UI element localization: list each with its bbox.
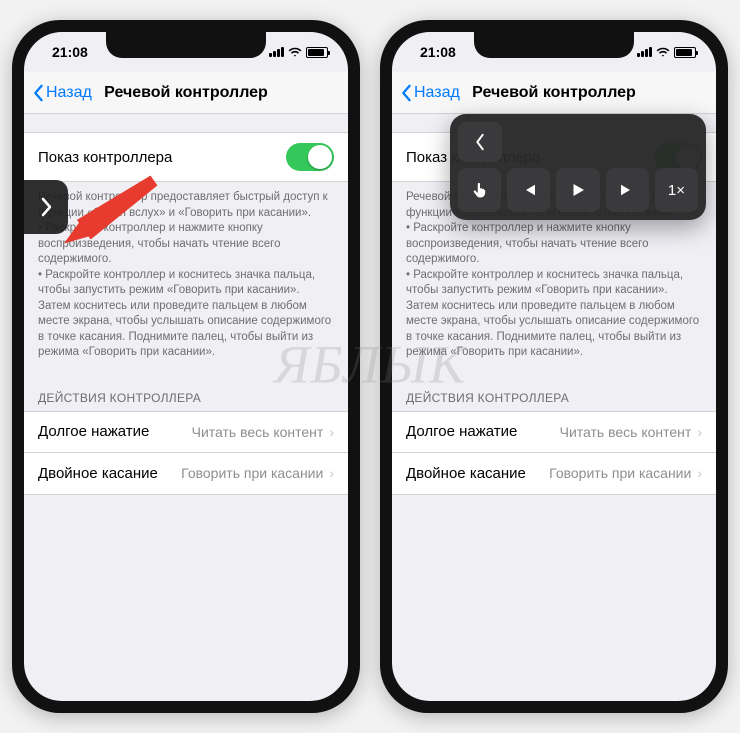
skip-forward-icon <box>618 181 636 199</box>
panel-next-button[interactable] <box>606 168 649 212</box>
phone-left: 21:08 Назад Речевой контроллер Показ кон… <box>12 20 360 713</box>
screen: 21:08 Назад Речевой контроллер Показ кон… <box>392 32 716 701</box>
cellular-icon <box>637 47 652 57</box>
action-row-double-tap[interactable]: Двойное касание Говорить при касании › <box>24 453 348 495</box>
panel-play-button[interactable] <box>556 168 599 212</box>
row-label: Показ контроллера <box>38 149 172 166</box>
back-button[interactable]: Назад <box>392 84 460 102</box>
battery-icon <box>306 47 328 58</box>
speed-label: 1× <box>668 182 685 199</box>
help-text: Речевой контроллер предоставляет быстрый… <box>24 182 348 377</box>
chevron-right-icon: › <box>329 424 334 440</box>
show-controller-row[interactable]: Показ контроллера <box>24 132 348 182</box>
action-row-long-press[interactable]: Долгое нажатие Читать весь контент › <box>24 411 348 453</box>
status-time: 21:08 <box>52 44 88 60</box>
chevron-right-icon: › <box>329 465 334 481</box>
panel-speed-button[interactable]: 1× <box>655 168 698 212</box>
wifi-icon <box>288 45 302 59</box>
section-header: ДЕЙСТВИЯ КОНТРОЛЛЕРА <box>24 377 348 411</box>
wifi-icon <box>656 45 670 59</box>
chevron-left-icon <box>32 84 44 102</box>
back-label: Назад <box>46 84 92 102</box>
row-value: Читать весь контент <box>192 424 324 440</box>
screen: 21:08 Назад Речевой контроллер Показ кон… <box>24 32 348 701</box>
row-value: Читать весь контент <box>560 424 692 440</box>
nav-bar: Назад Речевой контроллер <box>392 72 716 114</box>
row-label: Двойное касание <box>406 465 526 482</box>
row-label: Долгое нажатие <box>38 423 149 440</box>
panel-prev-button[interactable] <box>507 168 550 212</box>
panel-touch-speak-button[interactable] <box>458 168 501 212</box>
row-label: Двойное касание <box>38 465 158 482</box>
row-label: Долгое нажатие <box>406 423 517 440</box>
action-row-long-press[interactable]: Долгое нажатие Читать весь контент › <box>392 411 716 453</box>
content: Показ контроллера Речевой контроллер пре… <box>24 114 348 495</box>
panel-collapse-button[interactable] <box>458 122 502 162</box>
chevron-left-icon <box>471 133 489 151</box>
chevron-right-icon: › <box>697 465 702 481</box>
status-indicators <box>269 45 328 59</box>
row-value: Говорить при касании <box>549 465 691 481</box>
status-time: 21:08 <box>420 44 456 60</box>
toggle-switch[interactable] <box>286 143 334 171</box>
phone-right: 21:08 Назад Речевой контроллер Показ кон… <box>380 20 728 713</box>
chevron-left-icon <box>400 84 412 102</box>
row-value: Говорить при касании <box>181 465 323 481</box>
nav-bar: Назад Речевой контроллер <box>24 72 348 114</box>
back-button[interactable]: Назад <box>24 84 92 102</box>
back-label: Назад <box>414 84 460 102</box>
notch <box>474 32 634 58</box>
skip-back-icon <box>520 181 538 199</box>
action-row-double-tap[interactable]: Двойное касание Говорить при касании › <box>392 453 716 495</box>
cellular-icon <box>269 47 284 57</box>
play-icon <box>569 181 587 199</box>
hand-point-icon <box>471 181 489 199</box>
status-indicators <box>637 45 696 59</box>
section-header: ДЕЙСТВИЯ КОНТРОЛЛЕРА <box>392 377 716 411</box>
notch <box>106 32 266 58</box>
speech-controller-expanded[interactable]: 1× <box>450 114 706 220</box>
chevron-right-icon: › <box>697 424 702 440</box>
speech-controller-collapsed[interactable] <box>24 180 68 234</box>
chevron-right-icon <box>39 197 53 217</box>
battery-icon <box>674 47 696 58</box>
